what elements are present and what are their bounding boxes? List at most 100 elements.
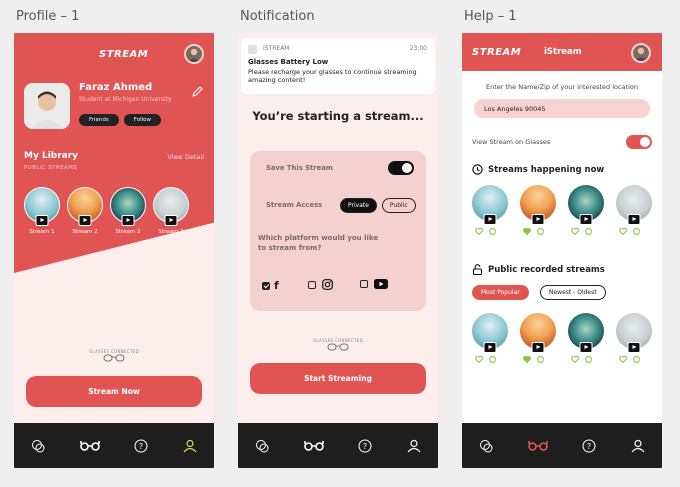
help-icon[interactable]: ? <box>134 439 148 453</box>
stream-thumb-image <box>153 187 189 226</box>
instagram-icon <box>322 279 333 290</box>
glasses-icon[interactable] <box>527 440 548 452</box>
stream-label: Stream 2 <box>72 229 98 235</box>
recorded-stream-item[interactable] <box>520 313 556 363</box>
help-screen: STREAM iStream Enter the Name/Zip of you… <box>462 33 662 468</box>
stream-thumb-image <box>520 313 556 353</box>
glasses-status: GLASSES CONNECTED <box>238 338 438 352</box>
recorded-stream-item[interactable] <box>472 313 508 363</box>
most-popular-filter[interactable]: Most Popular <box>472 285 529 300</box>
profile-icon[interactable] <box>631 439 645 453</box>
play-icon <box>579 214 593 225</box>
facebook-option[interactable]: f <box>262 279 279 292</box>
save-stream-label: Save This Stream <box>266 164 333 172</box>
play-icon <box>483 214 497 225</box>
notification-body: Please recharge your glasses to continue… <box>248 68 417 84</box>
glasses-icon[interactable] <box>79 440 100 452</box>
profile-icon[interactable] <box>407 439 421 453</box>
stream-thumb-image <box>568 185 604 225</box>
comment-icon[interactable] <box>489 228 496 235</box>
live-stream-item[interactable] <box>520 185 556 235</box>
stream-label: Stream 1 <box>29 229 55 235</box>
comment-icon[interactable] <box>633 356 640 363</box>
live-stream-item[interactable] <box>616 185 652 235</box>
help-icon[interactable]: ? <box>358 439 372 453</box>
stream-thumbnail[interactable]: Stream 2 <box>67 187 103 235</box>
comment-icon[interactable] <box>585 228 592 235</box>
app-title: iStream <box>544 47 582 57</box>
platform-question: Which platform would you like to stream … <box>258 234 379 252</box>
stream-thumbnail[interactable]: Stream 3 <box>153 187 189 235</box>
recorded-stream-item[interactable] <box>616 313 652 363</box>
comment-icon[interactable] <box>633 228 640 235</box>
edit-icon[interactable] <box>192 82 203 101</box>
help-icon[interactable]: ? <box>582 439 596 453</box>
stream-label: Stream 2 <box>115 229 141 235</box>
heart-icon <box>571 356 579 363</box>
instagram-checkbox[interactable] <box>308 280 316 289</box>
avatar[interactable] <box>631 43 651 63</box>
chat-icon[interactable] <box>479 439 493 453</box>
stream-thumbnail[interactable]: Stream 2 <box>110 187 146 235</box>
location-search-input[interactable]: Los Angeles 90045 <box>474 99 650 118</box>
profile-icon[interactable] <box>183 439 197 453</box>
notification-app-name: ISTREAM <box>263 45 290 52</box>
play-icon <box>531 342 545 353</box>
library-subtitle: PUBLIC STREAMS <box>24 165 78 171</box>
stream-thumb-image <box>616 185 652 225</box>
follow-button[interactable]: Follow <box>123 114 162 126</box>
avatar[interactable] <box>184 44 204 64</box>
stream-now-button[interactable]: Stream Now <box>26 376 202 407</box>
play-icon <box>35 215 49 226</box>
happening-streams-row <box>472 185 652 235</box>
facebook-checkbox[interactable] <box>262 281 270 290</box>
happening-section-title: Streams happening now <box>472 164 604 175</box>
heart-icon <box>619 356 627 363</box>
svg-text:?: ? <box>587 442 591 451</box>
bottom-nav: ? <box>14 423 214 468</box>
profile-name: Faraz Ahmed <box>79 82 153 93</box>
comment-icon[interactable] <box>537 356 544 363</box>
heart-icon <box>523 356 531 363</box>
stream-thumb-image <box>24 187 60 226</box>
clock-icon <box>472 164 483 175</box>
starting-stream-heading: You’re starting a stream... <box>252 109 424 123</box>
view-detail-link[interactable]: View Detail <box>167 153 204 161</box>
comment-icon[interactable] <box>537 228 544 235</box>
recorded-streams-row <box>472 313 652 363</box>
recorded-section-title: Public recorded streams <box>472 264 605 275</box>
glasses-icon <box>327 343 349 351</box>
start-streaming-button[interactable]: Start Streaming <box>250 363 426 394</box>
friends-button[interactable]: Friends <box>79 114 119 126</box>
stream-thumbnail[interactable]: Stream 1 <box>24 187 60 235</box>
comment-icon[interactable] <box>489 356 496 363</box>
stream-settings-card: Save This Stream Stream Access Private P… <box>250 151 426 311</box>
save-stream-toggle[interactable] <box>388 161 414 175</box>
stream-access-label: Stream Access <box>266 201 323 209</box>
frame-label-profile: Profile – 1 <box>16 9 80 24</box>
newest-oldest-filter[interactable]: Newest - Oldest <box>540 285 606 300</box>
facebook-icon: f <box>274 279 279 292</box>
youtube-checkbox[interactable] <box>360 280 368 288</box>
heart-icon <box>571 228 579 235</box>
glasses-icon[interactable] <box>303 440 324 452</box>
recorded-stream-item[interactable] <box>568 313 604 363</box>
youtube-option[interactable] <box>360 279 388 289</box>
chat-icon[interactable] <box>31 439 45 453</box>
public-option[interactable]: Public <box>381 198 416 213</box>
comment-icon[interactable] <box>585 356 592 363</box>
profile-screen: STREAM Faraz Ahmed Student at Michigan U… <box>14 33 214 468</box>
private-option[interactable]: Private <box>340 198 377 213</box>
notification-screen: ISTREAM 23:00 Glasses Battery Low Please… <box>238 33 438 468</box>
live-stream-item[interactable] <box>472 185 508 235</box>
bottom-nav: ? <box>238 423 438 468</box>
play-icon <box>121 215 135 226</box>
live-stream-item[interactable] <box>568 185 604 235</box>
chat-icon[interactable] <box>255 439 269 453</box>
view-on-glasses-toggle[interactable] <box>626 135 652 149</box>
stream-logo: STREAM <box>472 47 522 58</box>
instagram-option[interactable] <box>308 279 333 290</box>
play-icon <box>627 214 641 225</box>
battery-notification[interactable]: ISTREAM 23:00 Glasses Battery Low Please… <box>241 38 435 94</box>
frame-label-help: Help – 1 <box>464 9 517 24</box>
